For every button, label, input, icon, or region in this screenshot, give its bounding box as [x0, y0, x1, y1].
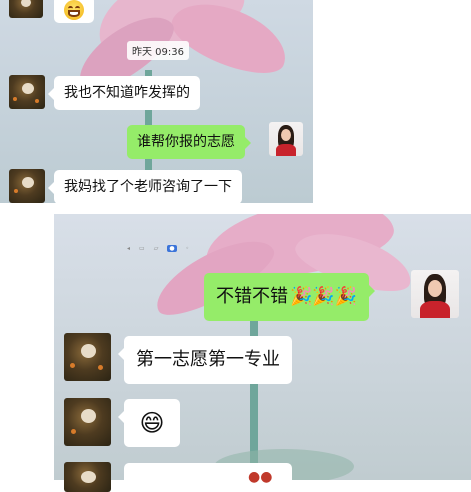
- contact-avatar[interactable]: [64, 398, 111, 446]
- contact-avatar[interactable]: [9, 0, 43, 18]
- contact-avatar[interactable]: [64, 333, 111, 381]
- partial-emoji-icon: ●●: [248, 469, 273, 485]
- message-bubble-outgoing: 谁帮你报的志愿: [127, 125, 251, 159]
- emoji-bubble: [54, 0, 94, 23]
- message-bubble-incoming: 我妈找了个老师咨询了一下: [48, 170, 242, 203]
- user-avatar[interactable]: [269, 122, 303, 156]
- toolbar-dot-icon: ▭: [139, 245, 145, 252]
- contact-avatar[interactable]: [9, 169, 45, 203]
- message-text: 谁帮你报的志愿: [137, 134, 235, 150]
- toolbar-dot-icon: ◂: [127, 245, 131, 252]
- emoji-bubble: 😄: [118, 399, 180, 447]
- chat-panel-top: 昨天 09:36 我也不知道咋发挥的 谁帮你报的志愿 我妈找了个老师咨询了一下: [0, 0, 313, 203]
- message-bubble-outgoing: 不错不错 🎉🎉🎉: [204, 273, 376, 321]
- message-text: 不错不错: [216, 286, 288, 307]
- message-text: 我妈找了个老师咨询了一下: [64, 179, 232, 195]
- toolbar-dot-icon: ◦: [185, 245, 190, 252]
- user-avatar[interactable]: [411, 270, 459, 318]
- message-text: 我也不知道咋发挥的: [64, 85, 190, 101]
- contact-avatar[interactable]: [9, 75, 45, 109]
- grinning-emoji-icon: 😄: [139, 409, 165, 437]
- screenshot-toolbar: ◂ ▭ ▱ ● ◦: [127, 245, 189, 252]
- message-bubble-incoming: ●●: [124, 463, 292, 487]
- message-text: 第一志愿第一专业: [136, 349, 280, 370]
- toolbar-active-icon: ●: [167, 245, 177, 252]
- message-bubble-incoming: 我也不知道咋发挥的: [48, 76, 200, 110]
- laugh-tears-emoji-icon: [64, 0, 84, 20]
- toolbar-dot-icon: ▱: [153, 245, 159, 252]
- contact-avatar[interactable]: [64, 462, 111, 492]
- message-bubble-incoming: 第一志愿第一专业: [118, 336, 292, 384]
- message-timestamp: 昨天 09:36: [127, 41, 189, 60]
- party-popper-icon: 🎉🎉🎉: [290, 286, 358, 307]
